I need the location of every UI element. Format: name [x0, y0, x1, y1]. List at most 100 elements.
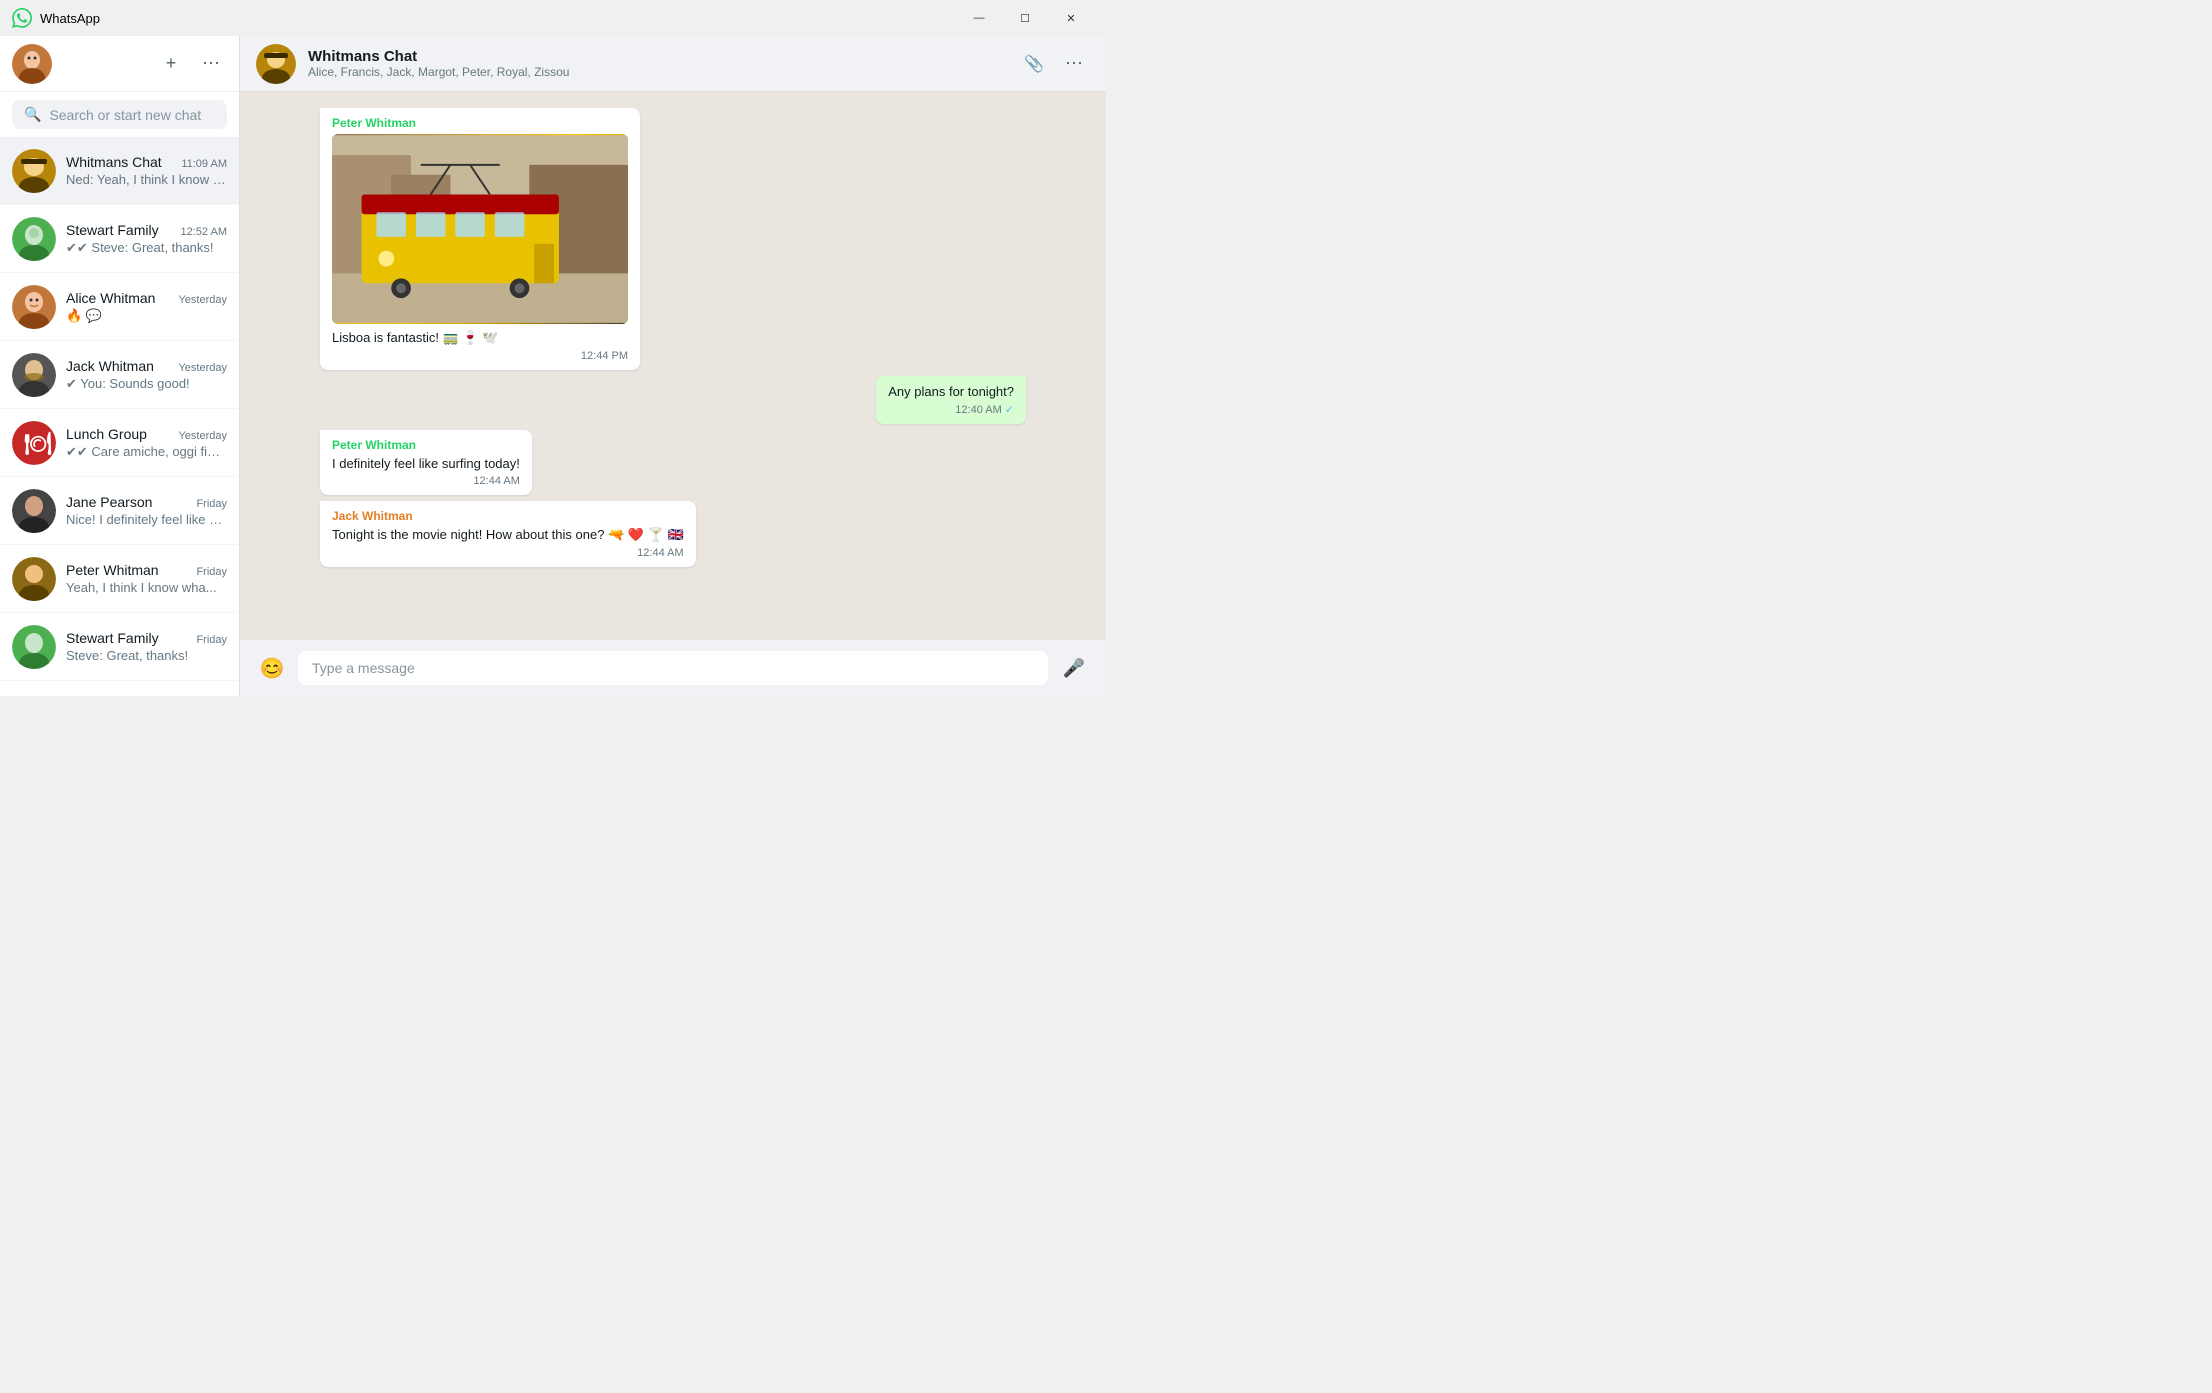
message-input[interactable]	[298, 651, 1048, 685]
minimize-button[interactable]: —	[956, 0, 1002, 36]
chat-list-item[interactable]: Stewart Family 12:52 AM ✔✔ Steve: Great,…	[0, 205, 239, 273]
attach-button[interactable]: 📎	[1018, 48, 1050, 80]
chat-info: Jack Whitman Yesterday ✔ You: Sounds goo…	[66, 358, 227, 392]
chat-header-actions: 📎 ⋯	[1018, 48, 1090, 80]
chat-info: Jane Pearson Friday Nice! I definitely f…	[66, 494, 227, 527]
user-avatar[interactable]	[12, 44, 52, 84]
chat-name: Stewart Family	[66, 222, 159, 238]
search-container: 🔍	[0, 92, 239, 137]
main-container: + ⋯ 🔍 Whitmans Chat 11:09 AM Ned: Yeah, …	[0, 36, 1106, 696]
right-panel: Whitmans Chat Alice, Francis, Jack, Marg…	[240, 36, 1106, 696]
chat-list-item[interactable]: Peter Whitman Friday Yeah, I think I kno…	[0, 545, 239, 613]
message-bubble: Peter Whitman I definitely feel like sur…	[320, 430, 532, 495]
chat-list-item[interactable]: 🍽 Lunch Group Yesterday ✔✔ Care amiche, …	[0, 409, 239, 477]
search-box: 🔍	[12, 100, 227, 129]
chat-preview: Yeah, I think I know wha...	[66, 580, 227, 595]
left-header: + ⋯	[0, 36, 239, 92]
chat-name: Jane Pearson	[66, 494, 152, 510]
chat-info: Peter Whitman Friday Yeah, I think I kno…	[66, 562, 227, 595]
message-text: I definitely feel like surfing today!	[332, 456, 520, 471]
chat-info: Lunch Group Yesterday ✔✔ Care amiche, og…	[66, 426, 227, 460]
search-input[interactable]	[49, 107, 215, 123]
read-check-icon: ✓	[1005, 403, 1014, 416]
chat-time: 12:52 AM	[181, 226, 227, 238]
message-time: 12:44 AM	[332, 547, 684, 559]
chat-preview: Nice! I definitely feel like surfing	[66, 512, 227, 527]
chat-time: Friday	[196, 498, 227, 510]
chat-avatar	[12, 353, 56, 397]
search-icon: 🔍	[24, 106, 41, 123]
chat-name: Peter Whitman	[66, 562, 159, 578]
message-bubble: Any plans for tonight? 12:40 AM ✓	[876, 376, 1026, 424]
app-title: WhatsApp	[40, 11, 100, 26]
new-chat-button[interactable]: +	[155, 48, 187, 80]
window-controls: — ☐ ✕	[956, 0, 1094, 36]
close-button[interactable]: ✕	[1048, 0, 1094, 36]
mic-button[interactable]: 🎤	[1058, 652, 1090, 684]
input-area: 😊 🎤	[240, 640, 1106, 696]
chat-preview: ✔✔ Steve: Great, thanks!	[66, 240, 227, 256]
chat-avatar	[12, 557, 56, 601]
chat-name: Alice Whitman	[66, 290, 155, 306]
message-text: Lisboa is fantastic! 🚃 🍷 🕊️	[332, 330, 628, 346]
chat-list-item[interactable]: Alice Whitman Yesterday 🔥 💬	[0, 273, 239, 341]
chat-list-item[interactable]: Whitmans Chat 11:09 AM Ned: Yeah, I thin…	[0, 137, 239, 205]
chat-info: Stewart Family Friday Steve: Great, than…	[66, 630, 227, 663]
message-image	[332, 134, 628, 324]
chat-header: Whitmans Chat Alice, Francis, Jack, Marg…	[240, 36, 1106, 92]
chat-info: Stewart Family 12:52 AM ✔✔ Steve: Great,…	[66, 222, 227, 256]
left-panel: + ⋯ 🔍 Whitmans Chat 11:09 AM Ned: Yeah, …	[0, 36, 240, 696]
chat-preview: 🔥 💬	[66, 308, 227, 324]
whatsapp-logo-icon	[12, 8, 32, 28]
chat-time: Friday	[196, 634, 227, 646]
chat-header-info: Whitmans Chat Alice, Francis, Jack, Marg…	[308, 48, 1006, 79]
emoji-button[interactable]: 😊	[256, 652, 288, 684]
chat-avatar	[12, 489, 56, 533]
chat-time: Yesterday	[178, 294, 227, 306]
message-sender: Peter Whitman	[332, 438, 520, 452]
chat-name: Whitmans Chat	[308, 48, 1006, 65]
chat-preview: ✔✔ Care amiche, oggi finalmente posso	[66, 444, 227, 460]
message-bubble: Peter Whitman	[320, 108, 640, 370]
svg-text:🍽: 🍽	[24, 431, 52, 456]
header-actions: + ⋯	[155, 48, 227, 80]
chat-preview: Steve: Great, thanks!	[66, 648, 227, 663]
chat-avatar: 🍽	[12, 421, 56, 465]
chat-name: Lunch Group	[66, 426, 147, 442]
chat-preview: Ned: Yeah, I think I know wha...	[66, 172, 227, 187]
chat-list-item[interactable]: Jane Pearson Friday Nice! I definitely f…	[0, 477, 239, 545]
chat-time: 11:09 AM	[181, 158, 227, 170]
chat-list-item[interactable]: Stewart Family Friday Steve: Great, than…	[0, 613, 239, 681]
message-time: 12:44 PM	[332, 350, 628, 362]
maximize-button[interactable]: ☐	[1002, 0, 1048, 36]
chat-time: Yesterday	[178, 430, 227, 442]
chat-info: Whitmans Chat 11:09 AM Ned: Yeah, I thin…	[66, 154, 227, 187]
chat-members: Alice, Francis, Jack, Margot, Peter, Roy…	[308, 65, 1006, 79]
chat-name: Whitmans Chat	[66, 154, 162, 170]
message-text: Tonight is the movie night! How about th…	[332, 527, 684, 543]
chat-info: Alice Whitman Yesterday 🔥 💬	[66, 290, 227, 324]
chat-preview: ✔ You: Sounds good!	[66, 376, 227, 392]
chat-list: Whitmans Chat 11:09 AM Ned: Yeah, I thin…	[0, 137, 239, 696]
chat-time: Yesterday	[178, 362, 227, 374]
chat-name: Jack Whitman	[66, 358, 154, 374]
chat-avatar	[12, 625, 56, 669]
message-text: Any plans for tonight?	[888, 384, 1014, 399]
titlebar-left: WhatsApp	[12, 8, 100, 28]
chat-name: Stewart Family	[66, 630, 159, 646]
message-time: 12:40 AM ✓	[888, 403, 1014, 416]
message-sender: Jack Whitman	[332, 509, 684, 523]
chat-header-avatar	[256, 44, 296, 84]
chat-avatar	[12, 285, 56, 329]
message-time: 12:44 AM	[332, 475, 520, 487]
chat-list-item[interactable]: Jack Whitman Yesterday ✔ You: Sounds goo…	[0, 341, 239, 409]
messages-area: Peter Whitman	[240, 92, 1106, 640]
chat-avatar	[12, 149, 56, 193]
chat-avatar	[12, 217, 56, 261]
message-sender: Peter Whitman	[332, 116, 628, 130]
menu-button[interactable]: ⋯	[195, 48, 227, 80]
titlebar: WhatsApp — ☐ ✕	[0, 0, 1106, 36]
message-bubble: Jack Whitman Tonight is the movie night!…	[320, 501, 696, 567]
chat-time: Friday	[196, 566, 227, 578]
chat-menu-button[interactable]: ⋯	[1058, 48, 1090, 80]
